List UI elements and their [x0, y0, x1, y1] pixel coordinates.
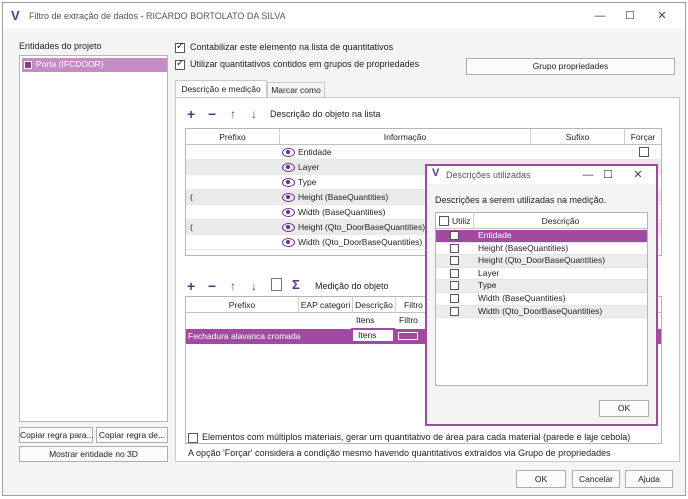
dialog-use-checkbox[interactable]: [450, 294, 459, 303]
move-down-icon[interactable]: ↓: [251, 107, 257, 121]
force-checkbox[interactable]: [639, 147, 649, 157]
description-toolbar-label: Descrição do objeto na lista: [270, 109, 381, 119]
cancel-button[interactable]: Cancelar: [572, 470, 620, 488]
remove-icon[interactable]: −: [208, 107, 216, 121]
multi-material-label: Elementos com múltiplos materiais, gerar…: [202, 432, 631, 442]
use-groups-checkbox[interactable]: [175, 58, 185, 70]
dialog-ok-button[interactable]: OK: [599, 400, 649, 417]
copy-icon[interactable]: [271, 278, 282, 291]
dialog-item-label[interactable]: Width (BaseQuantities): [478, 292, 565, 305]
tab-description-measure[interactable]: Descrição e medição: [175, 80, 267, 98]
col-measure-prefix[interactable]: Prefixo: [186, 297, 299, 313]
arrow-right-icon: [399, 333, 417, 339]
count-label: Contabilizar este elemento na lista de q…: [190, 42, 394, 52]
descriptions-table[interactable]: Utiliz Descrição Entidade Height (BaseQua…: [435, 212, 648, 386]
dialog-use-checkbox[interactable]: [450, 306, 459, 316]
maximize-button[interactable]: ☐: [621, 7, 639, 25]
dialog-use-checkbox[interactable]: [450, 256, 459, 266]
dialog-list-item[interactable]: Width (Qto_DoorBaseQuantities): [436, 305, 647, 319]
row-info[interactable]: Width (Qto_DoorBaseQuantities): [298, 235, 422, 250]
measure-row-prefix[interactable]: Fechadura alavanca cromada: [188, 329, 300, 344]
use-groups-label: Utilizar quantitativos contidos em grupo…: [190, 59, 420, 69]
visibility-eye-icon[interactable]: [282, 208, 295, 217]
col-information[interactable]: Informação: [280, 129, 531, 145]
dialog-use-checkbox[interactable]: [450, 243, 459, 253]
row-info[interactable]: Height (Qto_DoorBaseQuantities): [298, 220, 425, 235]
visibility-eye-icon[interactable]: [282, 178, 295, 187]
help-button[interactable]: Ajuda: [625, 470, 673, 488]
sub-filter-label: Filtro: [399, 315, 418, 325]
tab-mark-as[interactable]: Marcar como: [267, 82, 325, 98]
dialog-list-item[interactable]: Height (Qto_DoorBaseQuantities): [436, 255, 647, 268]
dialog-list-item[interactable]: Layer: [436, 267, 647, 281]
dialog-item-label[interactable]: Width (Qto_DoorBaseQuantities): [478, 305, 602, 318]
dialog-use-checkbox[interactable]: [450, 268, 459, 278]
multi-material-checkbox[interactable]: [188, 433, 198, 443]
force-note: A opção 'Forçar' considera a condição me…: [188, 448, 611, 458]
row-info[interactable]: Entidade: [298, 145, 332, 160]
dialog-item-label[interactable]: Layer: [478, 267, 499, 280]
dialog-item-label[interactable]: Height (Qto_DoorBaseQuantities): [478, 254, 605, 267]
ok-button[interactable]: OK: [516, 470, 566, 488]
sum-icon[interactable]: Σ: [292, 278, 300, 292]
col-eap[interactable]: EAP categori: [299, 297, 353, 313]
visibility-eye-icon[interactable]: [282, 148, 295, 157]
col-force[interactable]: Forçar: [625, 129, 661, 145]
measure-row-descr[interactable]: Itens: [351, 328, 395, 343]
dialog-use-checkbox[interactable]: [450, 231, 459, 240]
minimize-button[interactable]: —: [591, 7, 609, 25]
remove-measure-icon[interactable]: −: [208, 279, 216, 293]
visibility-eye-icon[interactable]: [282, 163, 295, 172]
count-checkbox[interactable]: [175, 41, 185, 53]
add-measure-icon[interactable]: +: [187, 279, 195, 293]
dialog-close-button[interactable]: ✕: [629, 166, 647, 184]
move-up-measure-icon[interactable]: ↑: [230, 279, 236, 293]
visibility-eye-icon[interactable]: [282, 223, 295, 232]
row-info[interactable]: Type: [298, 175, 316, 190]
entities-heading: Entidades do projeto: [19, 41, 102, 51]
measure-toolbar-label: Medição do objeto: [315, 281, 389, 291]
title-bar: V Filtro de extração de dados - RICARDO …: [3, 3, 685, 29]
dialog-item-label[interactable]: Type: [478, 279, 496, 292]
descriptions-dialog: V Descrições utilizadas — ☐ ✕ Descrições…: [425, 164, 658, 426]
app-logo-icon: V: [11, 8, 20, 23]
table-row[interactable]: Entidade: [186, 145, 661, 160]
visibility-eye-icon[interactable]: [282, 193, 295, 202]
row-prefix[interactable]: (: [190, 190, 193, 205]
copy-rule-from-button[interactable]: Copiar regra de...: [96, 427, 168, 443]
col-measure-descr[interactable]: Descrição: [353, 297, 396, 313]
row-info[interactable]: Width (BaseQuantities): [298, 205, 385, 220]
door-icon: [24, 61, 32, 69]
tree-item-porta[interactable]: Porta (IFCDOOR): [22, 58, 167, 72]
dialog-subtitle: Descrições a serem utilizadas na medição…: [435, 195, 607, 205]
row-prefix[interactable]: (: [190, 220, 193, 235]
dialog-title: Descrições utilizadas: [446, 170, 531, 180]
dialog-title-bar: V Descrições utilizadas — ☐ ✕: [427, 166, 656, 184]
col-description[interactable]: Descrição: [474, 213, 647, 229]
move-down-measure-icon[interactable]: ↓: [251, 279, 257, 293]
dialog-item-label[interactable]: Entidade: [478, 229, 512, 242]
close-button[interactable]: ✕: [653, 7, 671, 25]
sub-descr-label: Itens: [356, 315, 375, 325]
select-all-checkbox[interactable]: [439, 216, 449, 226]
dialog-maximize-button[interactable]: ☐: [599, 166, 617, 184]
row-info[interactable]: Height (BaseQuantities): [298, 190, 388, 205]
dialog-minimize-button[interactable]: —: [579, 166, 597, 184]
show-3d-button[interactable]: Mostrar entidade no 3D: [19, 446, 168, 462]
visibility-eye-icon[interactable]: [282, 238, 295, 247]
copy-rule-to-button[interactable]: Copiar regra para...: [19, 427, 94, 443]
dialog-item-label[interactable]: Height (BaseQuantities): [478, 242, 568, 255]
group-properties-button[interactable]: Grupo propriedades: [466, 58, 675, 75]
move-up-icon[interactable]: ↑: [230, 107, 236, 121]
col-suffix[interactable]: Sufixo: [531, 129, 625, 145]
tree-item-label: Porta (IFCDOOR): [36, 59, 104, 69]
dialog-logo-icon: V: [432, 167, 440, 179]
col-prefix[interactable]: Prefixo: [186, 129, 280, 145]
entities-tree[interactable]: Porta (IFCDOOR): [19, 55, 168, 422]
add-icon[interactable]: +: [187, 107, 195, 121]
window-title: Filtro de extração de dados - RICARDO BO…: [29, 11, 286, 21]
dialog-use-checkbox[interactable]: [450, 281, 459, 291]
row-info[interactable]: Layer: [298, 160, 319, 175]
